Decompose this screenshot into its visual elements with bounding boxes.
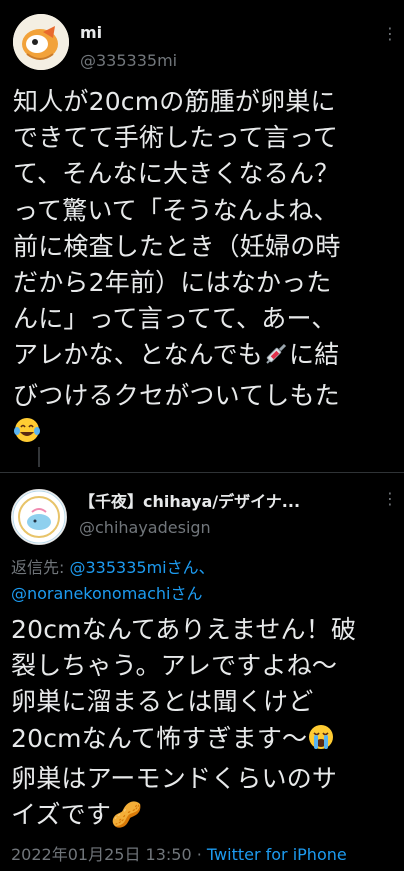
reply-line: イズです🥜 xyxy=(11,800,143,830)
more-options-icon[interactable]: ⋮ xyxy=(380,24,400,44)
author-avatar[interactable] xyxy=(13,14,69,70)
tweet-line: アレかな、となんでも に結 xyxy=(13,337,397,377)
reply-author-name[interactable]: 【千夜】chihaya/デザイナ... xyxy=(79,488,300,512)
syringe-icon xyxy=(263,341,289,377)
reply-author-handle[interactable]: @chihayadesign xyxy=(79,518,211,537)
tweet-line: 知人が20cmの筋腫が卵巣に xyxy=(13,87,336,116)
mention-link[interactable]: @noranekonomachiさん xyxy=(11,584,203,603)
tweet-line: だから2年前）にはなかった xyxy=(13,268,332,298)
reply-author-avatar[interactable] xyxy=(11,489,67,545)
more-options-icon[interactable]: ⋮ xyxy=(380,489,400,509)
tweet-text: 知人が20cmの筋腫が卵巣に できてて手術したって言って て、そんなに大きくなる… xyxy=(13,84,397,454)
tweet-line-part: アレかな、となんでも xyxy=(13,340,264,370)
source-client-link[interactable]: Twitter for iPhone xyxy=(207,845,347,864)
author-handle[interactable]: @335335mi xyxy=(80,51,177,70)
reply-line: 卵巣に溜まるとは聞くけど xyxy=(11,687,314,717)
tweet-line: って驚いて「そうなんよね、 xyxy=(13,195,339,225)
reply-text: 20cmなんてありえません！破 裂しちゃう。アレですよね〜 卵巣に溜まるとは聞く… xyxy=(11,612,401,833)
tweet-line-part: に結 xyxy=(289,340,340,370)
avatar-illustration xyxy=(12,490,66,544)
meta-separator: · xyxy=(191,845,207,864)
tweet-line: びつけるクセがついてしもた xyxy=(13,380,340,410)
crying-face-icon xyxy=(307,723,335,761)
avatar-illustration xyxy=(13,14,69,70)
laughing-tears-icon xyxy=(13,416,41,454)
timestamp[interactable]: 2022年01月25日 13:50 xyxy=(11,845,192,864)
tweet-line: 前に検査したとき（妊婦の時 xyxy=(13,231,341,261)
reply-line-part: 20cmなんて怖すぎます〜 xyxy=(11,723,308,753)
mention-link[interactable]: @335335miさん、 xyxy=(69,558,214,577)
tweet: mi @335335mi ⋮ 知人が20cmの筋腫が卵巣に できてて手術したって… xyxy=(0,0,404,471)
divider xyxy=(0,472,404,473)
tweet-line: て、そんなに大きくなるん？ xyxy=(13,159,340,189)
reply-prefix: 返信先: xyxy=(11,558,70,577)
reply-line: 卵巣はアーモンドくらいのサ xyxy=(11,763,338,793)
reply-line: 裂しちゃう。アレですよね〜 xyxy=(11,651,338,681)
tweet-line: できてて手術したって言って xyxy=(13,123,339,153)
tweet-meta: 2022年01月25日 13:50 · Twitter for iPhone xyxy=(11,841,347,865)
tweet-line: んに」って言ってて、あー、 xyxy=(13,304,337,334)
thread-connector xyxy=(38,447,40,467)
replying-to: 返信先: @335335miさん、 @noranekonomachiさん xyxy=(11,555,391,607)
tweet-line xyxy=(13,414,397,454)
reply-line: 20cmなんてありえません！破 xyxy=(11,615,357,644)
reply-line: 20cmなんて怖すぎます〜 xyxy=(11,721,401,761)
author-name[interactable]: mi xyxy=(80,23,102,42)
